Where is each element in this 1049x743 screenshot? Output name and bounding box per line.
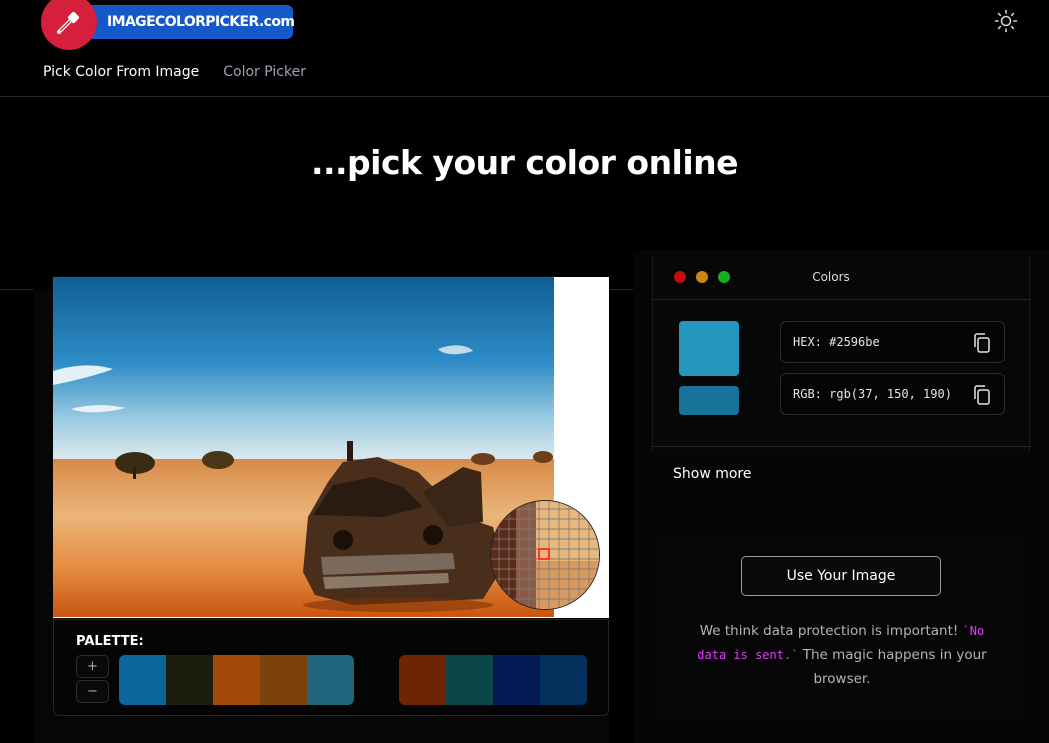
palette-swatch[interactable] xyxy=(119,655,166,705)
copy-icon[interactable] xyxy=(972,384,992,406)
palette-swatch[interactable] xyxy=(260,655,307,705)
privacy-note: We think data protection is important! `… xyxy=(692,619,992,691)
main-nav: Pick Color From Image Color Picker xyxy=(43,64,306,80)
hex-value-box[interactable]: HEX: #2596be xyxy=(780,321,1005,363)
palette-swatches xyxy=(119,655,354,705)
colors-title: Colors xyxy=(812,270,850,284)
palette-swatches xyxy=(399,655,587,705)
card-divider xyxy=(653,446,1031,447)
palette-swatch[interactable] xyxy=(307,655,354,705)
brand-name: IMAGECOLORPICKER.com xyxy=(81,5,295,39)
privacy-text-end: The magic happens in your browser. xyxy=(798,647,987,687)
palette-swatch[interactable] xyxy=(399,655,446,705)
use-your-image-button[interactable]: Use Your Image xyxy=(741,556,941,596)
selected-color-swatch[interactable] xyxy=(679,321,739,376)
secondary-color-swatch[interactable] xyxy=(679,386,739,415)
colors-sidebar: Colors HEX: #2596be RGB: rgb(37, 150, 19… xyxy=(633,250,1049,743)
nav-pick-color-from-image[interactable]: Pick Color From Image xyxy=(43,64,199,80)
palette-swatch[interactable] xyxy=(493,655,540,705)
rgb-value: RGB: rgb(37, 150, 190) xyxy=(793,387,952,401)
rgb-value-box[interactable]: RGB: rgb(37, 150, 190) xyxy=(780,373,1005,415)
eyedropper-icon xyxy=(41,0,97,50)
palette-panel: PALETTE: + − xyxy=(53,619,609,716)
hex-value: HEX: #2596be xyxy=(793,335,880,349)
card-divider xyxy=(653,299,1031,300)
page-title: ...pick your color online xyxy=(310,143,739,182)
section-divider xyxy=(0,289,33,290)
show-more-link[interactable]: Show more xyxy=(673,466,752,482)
nav-color-picker[interactable]: Color Picker xyxy=(223,64,306,80)
section-divider xyxy=(609,289,633,290)
magnifier-loupe[interactable] xyxy=(490,500,600,610)
palette-title: PALETTE: xyxy=(76,634,144,649)
uploaded-photo[interactable] xyxy=(53,277,554,617)
palette-swatch[interactable] xyxy=(540,655,587,705)
palette-swatch[interactable] xyxy=(213,655,260,705)
copy-icon[interactable] xyxy=(972,332,992,354)
palette-add-button[interactable]: + xyxy=(76,655,109,678)
sun-icon[interactable] xyxy=(993,8,1019,34)
upload-card: Use Your Image We think data protection … xyxy=(652,535,1030,725)
palette-swatch[interactable] xyxy=(166,655,213,705)
palette-remove-button[interactable]: − xyxy=(76,680,109,703)
colors-card: Colors HEX: #2596be RGB: rgb(37, 150, 19… xyxy=(652,256,1031,452)
header-divider xyxy=(0,96,1049,97)
palette-swatch[interactable] xyxy=(446,655,493,705)
privacy-text: We think data protection is important! xyxy=(699,623,963,639)
